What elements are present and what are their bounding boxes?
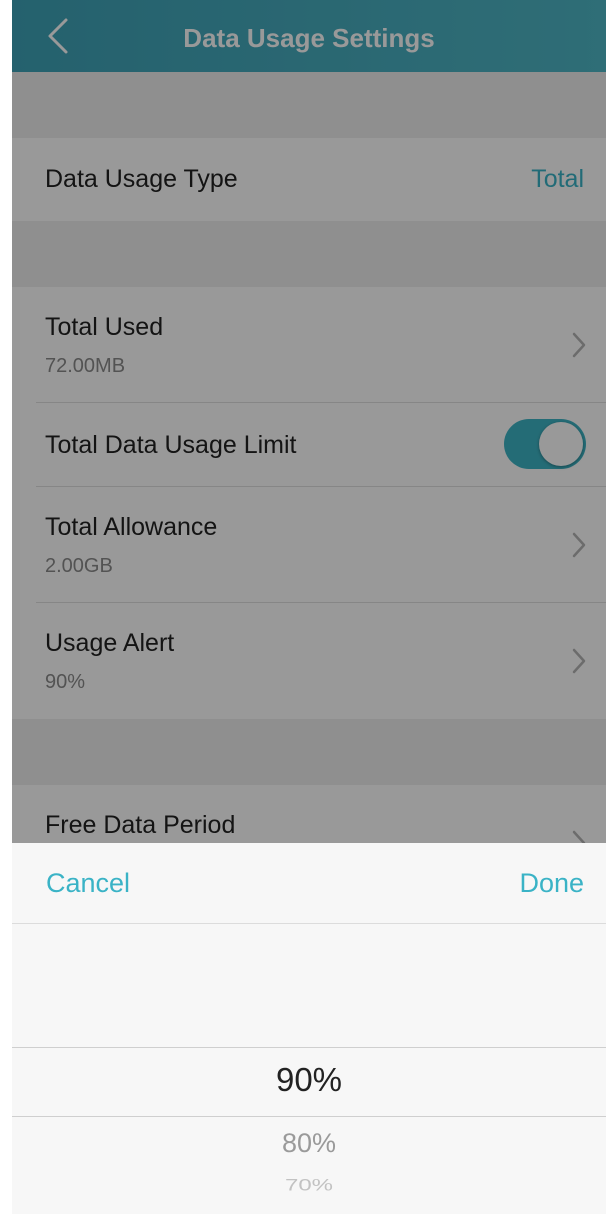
picker-option[interactable]: 70% (12, 1176, 606, 1196)
cancel-button[interactable]: Cancel (46, 863, 130, 903)
picker-selection-line-bottom (12, 1116, 606, 1117)
dim-overlay[interactable] (12, 0, 606, 843)
picker-option-selected[interactable]: 90% (12, 1061, 606, 1099)
picker-option[interactable]: 80% (12, 1128, 606, 1159)
done-button[interactable]: Done (519, 863, 584, 903)
picker-toolbar: Cancel Done (12, 843, 606, 924)
alert-picker-sheet: Cancel Done 90% 80% 70% (12, 843, 606, 1214)
picker-selection-line-top (12, 1047, 606, 1048)
screen: Data Usage Settings Data Usage Type Tota… (12, 0, 606, 1214)
